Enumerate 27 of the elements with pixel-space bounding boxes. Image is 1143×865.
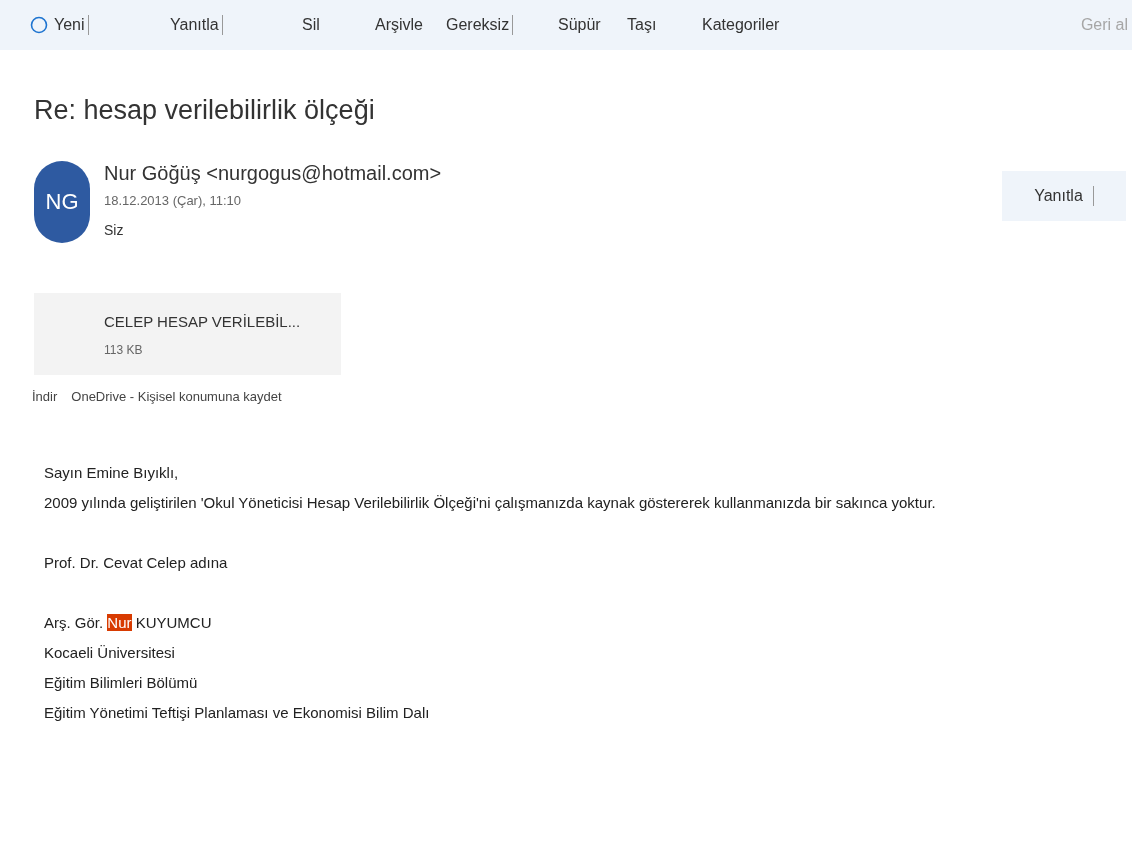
body-text: Prof. Dr. Cevat Celep adına xyxy=(44,553,229,573)
toolbar-button[interactable]: Sil xyxy=(302,13,320,37)
attachment-size: 113 KB xyxy=(104,342,144,359)
toolbar-button[interactable]: Gereksiz xyxy=(446,13,510,37)
body-text: Eğitim Yönetimi Teftişi Planlaması ve Ekonomisi Bilim Dalı xyxy=(44,703,431,723)
message-subject: Re: hesap verilebilirlik ölçeği xyxy=(34,94,376,127)
toolbar-button[interactable]: Kategoriler xyxy=(702,13,780,37)
body-text: Kocaeli Üniversitesi xyxy=(44,643,176,663)
toolbar-button[interactable]: Süpür xyxy=(558,13,601,37)
body-text: Sayın Emine Bıyıklı, xyxy=(44,463,180,483)
new-button[interactable]: Yeni xyxy=(30,13,85,37)
toolbar-button[interactable]: Taşı xyxy=(627,13,657,37)
avatar: NG xyxy=(34,160,90,243)
attachment-link[interactable]: İndir xyxy=(32,386,58,406)
sent-date: 18.12.2013 (Çar), 11:10 xyxy=(104,191,243,210)
circle-icon xyxy=(30,16,48,34)
reply-button[interactable]: Yanıtla xyxy=(1002,170,1126,221)
recipient: Siz xyxy=(104,221,125,240)
sender-name: Nur Göğüş <nurgogus@hotmail.com> xyxy=(104,160,443,185)
toolbar-button[interactable]: Arşivle xyxy=(375,13,423,37)
attachment-link[interactable]: OneDrive - Kişisel konumuna kaydet xyxy=(71,386,282,406)
attachment-card[interactable]: CELEP HESAP VERİLEBİL... 113 KB xyxy=(34,292,341,375)
attachment-name: CELEP HESAP VERİLEBİL... xyxy=(104,311,302,332)
body-text: Eğitim Bilimleri Bölümü xyxy=(44,673,199,693)
body-text: Arş. Gör. Nur KUYUMCU xyxy=(44,613,213,633)
body-text: 2009 yılında geliştirilen 'Okul Yöneticisi Hesap Verilebilirlik Ölçeği'ni çalışmanızda kaynak göstererek kullanmanızda bir sakınca yoktur. xyxy=(44,493,937,513)
toolbar-button[interactable]: Yanıtla xyxy=(170,13,219,37)
